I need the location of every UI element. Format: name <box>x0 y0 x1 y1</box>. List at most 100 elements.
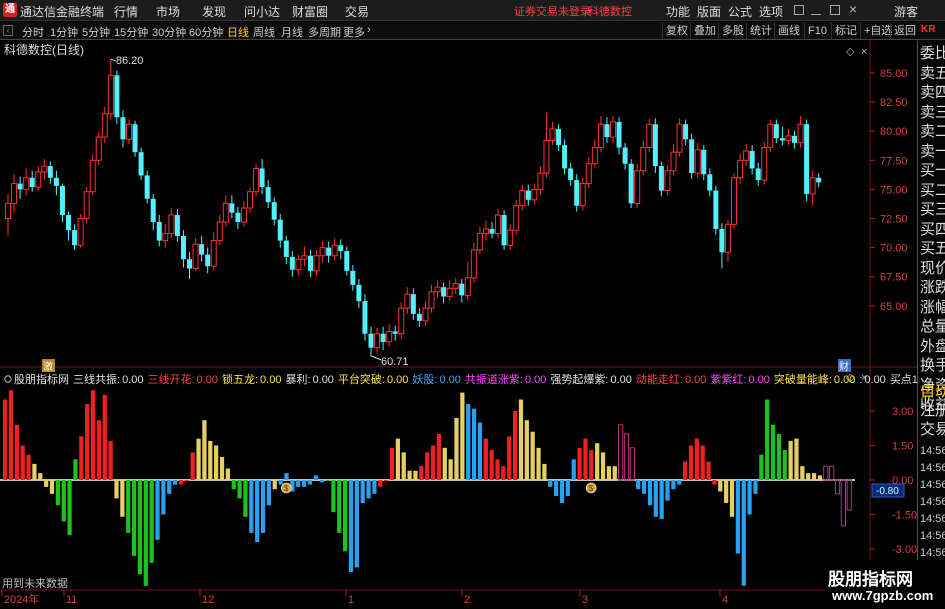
candle-body-up <box>386 330 393 343</box>
side-field-label: 买一 <box>920 162 945 179</box>
indicator-bar <box>700 445 705 480</box>
indicator-bar <box>61 480 66 522</box>
indicator-bar <box>794 438 799 480</box>
candle-body-up <box>694 149 701 174</box>
menu-discover[interactable]: 发现 <box>202 3 226 20</box>
candle-body-down <box>338 245 344 252</box>
login-status[interactable]: 证券交易未登录 <box>514 3 591 19</box>
indicator-bar <box>817 475 823 480</box>
candle-body-down <box>362 301 368 334</box>
candle-body-up <box>767 123 774 148</box>
period-tab-weekly[interactable]: 周线 <box>253 24 275 40</box>
toolbar-draw-button[interactable]: 画线 <box>774 23 803 39</box>
menu-formula[interactable]: 公式 <box>728 3 752 20</box>
toolbar-multistock-button[interactable]: 多股 <box>718 23 747 39</box>
close-chart-icon[interactable]: × <box>861 46 867 58</box>
candle-body-up <box>77 218 84 246</box>
candle-body-down <box>29 177 35 188</box>
indicator-bar <box>8 390 14 480</box>
indicator-bar <box>542 463 547 480</box>
side-tab-2[interactable]: 交易 <box>920 421 945 438</box>
period-tab-5min[interactable]: 5分钟 <box>82 24 110 40</box>
indicator-bar <box>811 473 817 480</box>
indicator-bar <box>653 480 658 517</box>
stock-name-header: 科德数控 <box>588 6 632 18</box>
chevron-left-icon[interactable]: ‹ <box>3 25 13 36</box>
period-tab-intraday[interactable]: 分时 <box>22 24 44 40</box>
chevron-right-icon[interactable]: › <box>367 24 371 36</box>
indicator-bar <box>208 440 213 480</box>
candle-body-up <box>35 171 42 188</box>
indicator-bar <box>612 466 617 480</box>
indicator-item-label: 暴利: <box>285 373 310 386</box>
price-tick-label: 82.50 <box>880 97 908 109</box>
period-tab-15min[interactable]: 15分钟 <box>114 24 148 40</box>
toolbar-f10-button[interactable]: F10 <box>804 23 830 39</box>
menu-options[interactable]: 选项 <box>759 3 783 20</box>
indicator-bar <box>683 461 688 480</box>
period-tab-more[interactable]: 更多 <box>343 24 365 40</box>
candle-body-up <box>374 333 381 349</box>
toolbar-mark-button[interactable]: 标记 <box>831 23 860 39</box>
indicator-item-value: 0.00 <box>864 374 885 386</box>
tick-time: 14:56 <box>920 513 945 525</box>
indicator-bar <box>3 399 8 480</box>
close-icon[interactable]: × <box>849 1 857 17</box>
indicator-settings-icon[interactable] <box>4 375 12 383</box>
indicator-bar <box>846 479 852 511</box>
indicator-bar <box>589 450 594 480</box>
candle-body-down <box>604 124 610 138</box>
candle-body-up <box>428 291 435 309</box>
indicator-bar <box>501 466 506 480</box>
candle-body-down <box>792 135 797 143</box>
indicator-bar <box>800 466 805 480</box>
toolbar-adjust-button[interactable]: 复权 <box>662 23 691 39</box>
side-tab-1[interactable]: 注册 <box>920 402 945 419</box>
toolbar-stats-button[interactable]: 统计 <box>746 23 775 39</box>
candle-body-down <box>180 235 186 260</box>
minimize-icon[interactable] <box>811 5 821 15</box>
menu-wealth[interactable]: 财富圈 <box>292 3 328 20</box>
indicator-bar <box>395 438 400 480</box>
candle-body-up <box>597 123 604 148</box>
toolbar-back-button[interactable]: 返回 <box>890 23 919 39</box>
menu-layout[interactable]: 版面 <box>697 3 721 20</box>
candle-body-up <box>646 123 653 148</box>
badge-left-label: 激 <box>43 360 53 373</box>
future-data-note: 用到未来数据 <box>2 576 68 590</box>
indicator-bar <box>419 466 424 480</box>
candle-body-down <box>683 124 689 140</box>
period-tab-60min[interactable]: 60分钟 <box>189 24 223 40</box>
menu-market[interactable]: 市场 <box>156 3 180 20</box>
guest-button[interactable]: 游客 <box>894 3 918 20</box>
indicator-bar <box>343 480 348 552</box>
candle-body-up <box>295 258 302 271</box>
stock-chart[interactable]: $$$ 85.0082.5080.0077.5075.0072.5070.006… <box>0 41 917 606</box>
candle-body-up <box>731 177 737 225</box>
indicator-bar <box>20 445 25 480</box>
period-tab-1min[interactable]: 1分钟 <box>50 24 78 40</box>
toolbar-overlay-button[interactable]: 叠加 <box>690 23 719 39</box>
menu-ask[interactable]: 问小达 <box>244 3 280 20</box>
period-tab-30min[interactable]: 30分钟 <box>152 24 186 40</box>
period-tab-multi[interactable]: 多周期 <box>308 24 341 40</box>
candle-body-up <box>331 244 338 257</box>
period-tab-monthly[interactable]: 月线 <box>281 24 303 40</box>
indicator-bar <box>518 399 524 480</box>
diamond-icon[interactable]: ◇ <box>846 46 855 58</box>
window-icon[interactable] <box>794 5 804 15</box>
menu-function[interactable]: 功能 <box>666 3 690 20</box>
menu-trade[interactable]: 交易 <box>345 3 369 20</box>
indicator-bar <box>372 480 377 494</box>
candle-body-up <box>222 202 229 223</box>
date-tick-label: 4 <box>722 594 728 606</box>
menu-quotes[interactable]: 行情 <box>114 3 138 20</box>
side-tab-0[interactable]: 自动 <box>920 383 945 400</box>
candle-body-up <box>107 74 114 115</box>
indicator-bar <box>331 480 336 513</box>
period-tab-daily[interactable]: 日线 <box>227 24 249 40</box>
indicator-bar <box>319 480 324 483</box>
maximize-icon[interactable] <box>830 5 840 15</box>
candlesticks <box>5 59 822 356</box>
app-window: 通 通达信金融终端 行情 市场 发现 问小达 财富圈 交易 证券交易未登录 科德… <box>0 0 945 609</box>
